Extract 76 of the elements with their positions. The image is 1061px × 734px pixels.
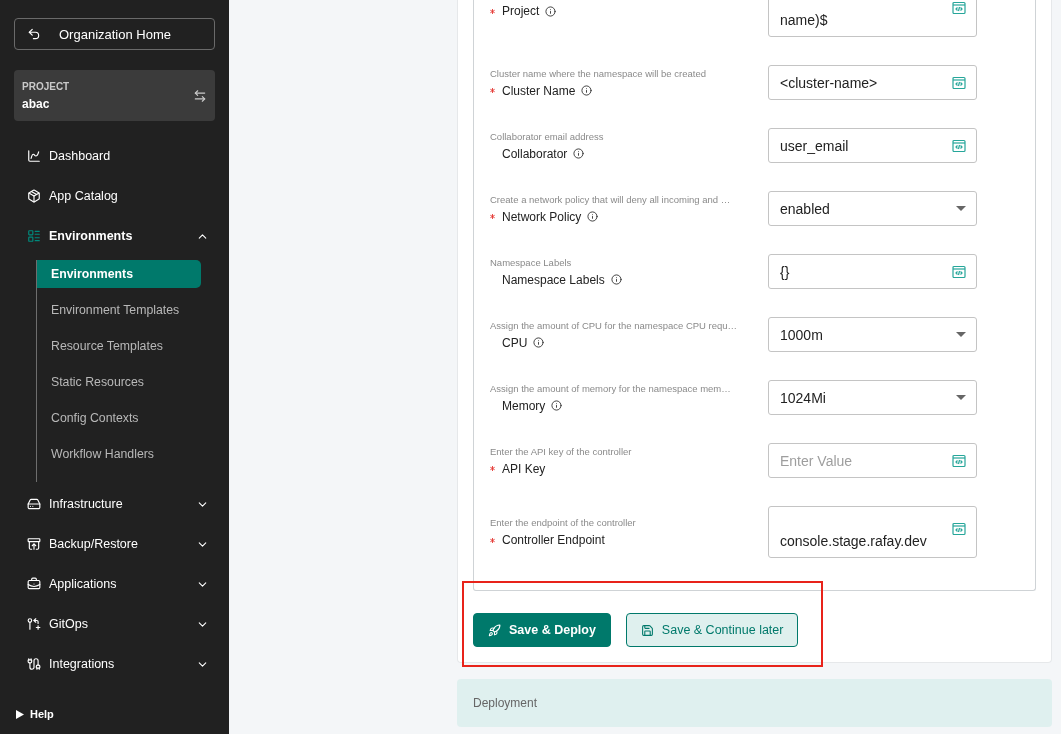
archive-icon xyxy=(27,537,41,551)
input-field[interactable]: user_email xyxy=(768,128,977,163)
nav-item[interactable]: App Catalog xyxy=(14,176,215,216)
field-description: Enter the API key of the controller xyxy=(490,445,633,457)
field-label: Collaborator xyxy=(502,146,568,161)
caret-icon[interactable] xyxy=(956,395,966,400)
project-selector[interactable]: PROJECT abac xyxy=(14,70,215,121)
section-header[interactable]: Deployment xyxy=(457,679,1052,727)
field-description: Namespace Labels xyxy=(490,256,573,268)
branch-icon xyxy=(27,617,41,631)
drive-icon xyxy=(27,497,41,511)
field-label: Cluster Name xyxy=(502,83,576,98)
code-icon[interactable] xyxy=(952,138,966,153)
nav-subitem[interactable]: Config Contexts xyxy=(37,404,201,432)
field-description: Create a network policy that will deny all incoming and … xyxy=(490,193,732,205)
caret-icon[interactable] xyxy=(956,332,966,337)
field-description: Assign the amount of CPU for the namespace CPU requ… xyxy=(490,319,739,331)
info-icon[interactable] xyxy=(551,400,563,411)
nav-subitem[interactable]: Workflow Handlers xyxy=(37,440,201,468)
save-icon xyxy=(640,623,654,637)
nav-item[interactable]: Applications xyxy=(14,564,215,604)
input-field[interactable]: name)$ xyxy=(768,0,977,37)
project-name: abac xyxy=(22,96,51,111)
save-deploy-button[interactable]: Save & Deploy xyxy=(473,613,611,647)
field-description: Cluster name where the namespace will be created xyxy=(490,67,707,79)
field-description: Assign the amount of memory for the namespace mem… xyxy=(490,382,732,394)
code-icon[interactable] xyxy=(952,521,966,536)
nav-item[interactable]: Environments xyxy=(14,216,215,256)
organization-home-button[interactable]: Organization Home xyxy=(14,18,215,50)
code-icon[interactable] xyxy=(952,453,966,468)
project-label: PROJECT xyxy=(22,80,70,92)
save-later-button[interactable]: Save & Continue later xyxy=(625,613,799,647)
select-field[interactable]: 1024Mi xyxy=(768,380,977,415)
field-label: Controller Endpoint xyxy=(502,533,605,547)
input-field[interactable]: <cluster-name> xyxy=(768,65,977,100)
cable-icon xyxy=(27,657,41,671)
info-icon[interactable] xyxy=(581,85,593,96)
input-field[interactable]: console.stage.rafay.dev xyxy=(768,506,977,558)
switch-icon[interactable] xyxy=(193,88,207,103)
code-icon[interactable] xyxy=(952,0,966,15)
triangle-icon[interactable] xyxy=(16,709,24,719)
nav-item[interactable]: Backup/Restore xyxy=(14,524,215,564)
caret-icon[interactable] xyxy=(956,206,966,211)
field-label: CPU xyxy=(502,335,528,350)
info-icon[interactable] xyxy=(545,5,557,17)
nav-item[interactable]: GitOps xyxy=(14,604,215,644)
briefcase-icon xyxy=(27,577,41,591)
nav-item[interactable]: Dashboard xyxy=(14,136,215,176)
nav-subitem[interactable]: Environment Templates xyxy=(37,296,201,324)
field-description: Collaborator email address xyxy=(490,130,605,142)
code-icon[interactable] xyxy=(952,264,966,279)
code-icon[interactable] xyxy=(952,75,966,90)
nav-subitem[interactable]: Resource Templates xyxy=(37,332,201,360)
field-label: API Key xyxy=(502,461,546,476)
field-label: Namespace Labels xyxy=(502,272,605,287)
field-label: Project xyxy=(502,4,540,18)
input-field[interactable]: {} xyxy=(768,254,977,289)
box-icon xyxy=(27,189,41,203)
help-link[interactable]: Help xyxy=(30,708,54,720)
info-icon[interactable] xyxy=(610,274,622,285)
info-icon[interactable] xyxy=(573,148,585,159)
field-label: Network Policy xyxy=(502,209,582,224)
rocket-icon xyxy=(488,623,501,637)
nav-subitem[interactable]: Static Resources xyxy=(37,368,201,396)
field-label: Memory xyxy=(502,398,546,413)
info-icon[interactable] xyxy=(587,211,599,222)
info-icon[interactable] xyxy=(533,337,545,348)
chart-icon xyxy=(27,149,41,163)
nav-item[interactable]: Infrastructure xyxy=(14,484,215,524)
select-field[interactable]: enabled xyxy=(768,191,977,226)
back-icon xyxy=(27,27,41,41)
list-icon xyxy=(27,229,41,243)
nav-item[interactable]: Integrations xyxy=(14,644,215,684)
field-description: Enter the endpoint of the controller xyxy=(490,517,637,528)
select-field[interactable]: 1000m xyxy=(768,317,977,352)
nav-subitem[interactable]: Environments xyxy=(37,260,201,288)
